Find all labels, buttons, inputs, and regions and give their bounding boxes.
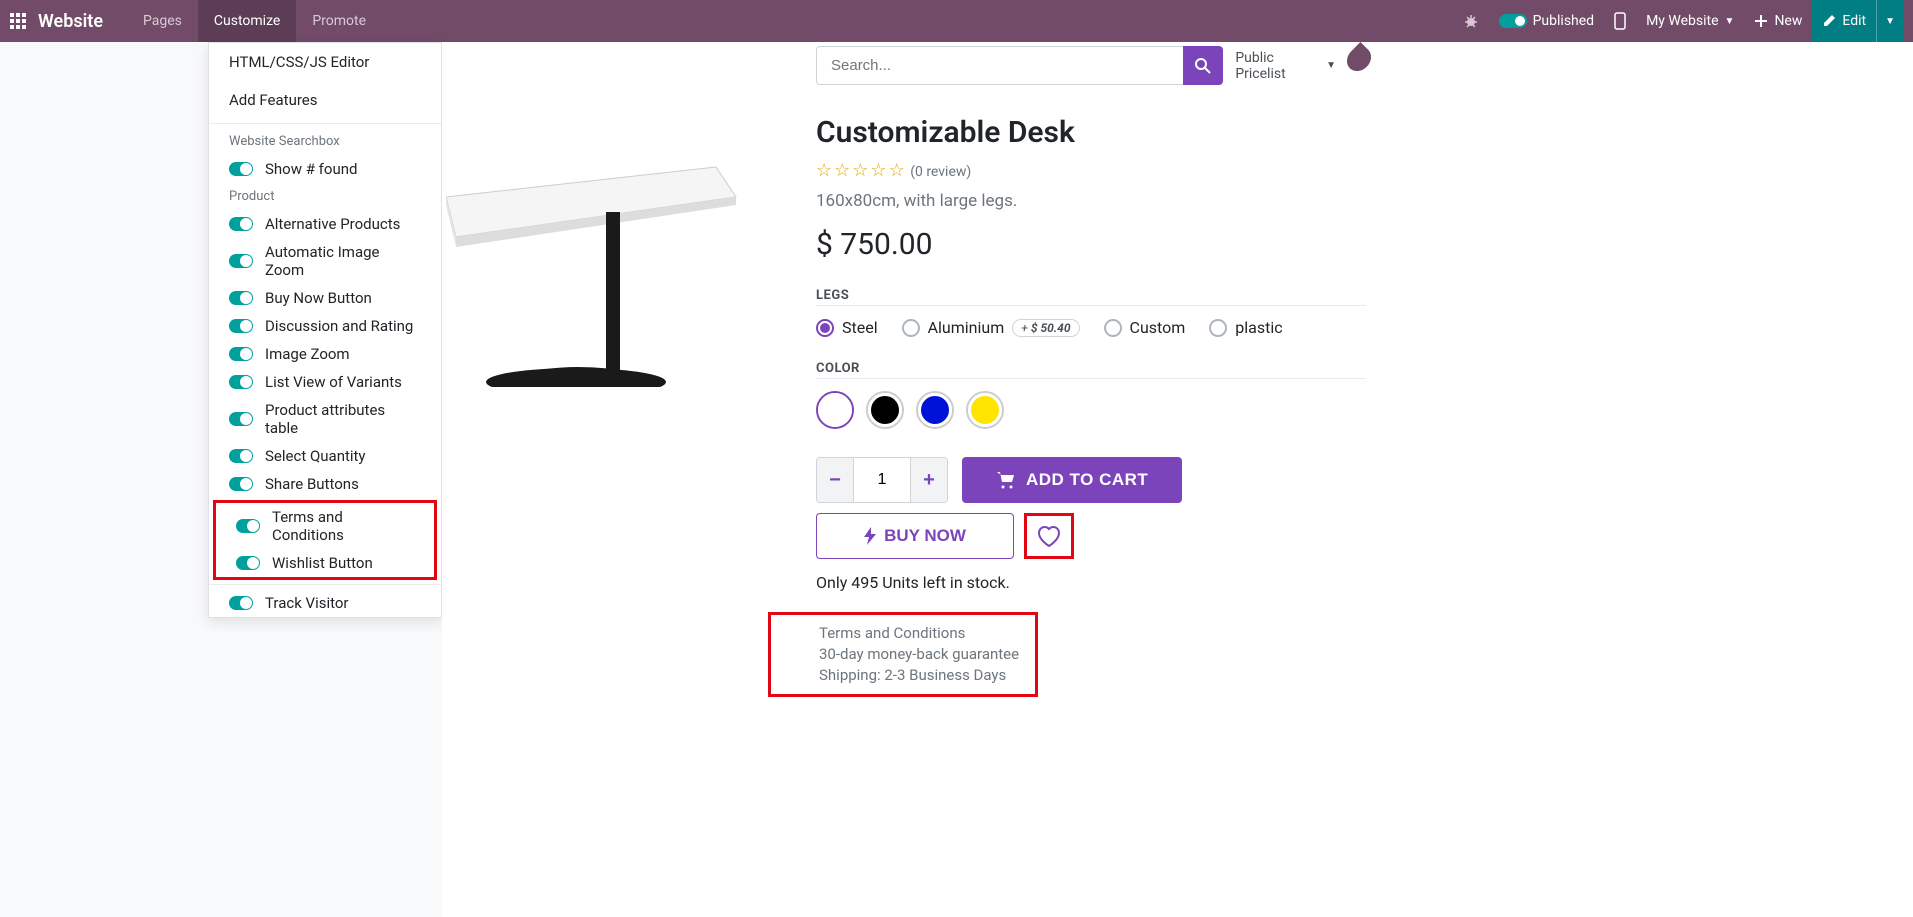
product-image — [446, 42, 766, 697]
apps-icon[interactable] — [10, 13, 26, 29]
highlighted-toggles: Terms and Conditions Wishlist Button — [213, 500, 437, 580]
edit-dropdown[interactable]: ▼ — [1876, 0, 1903, 42]
toggle-alt-products[interactable]: Alternative Products — [209, 210, 441, 238]
product-title: Customizable Desk — [816, 115, 1376, 150]
toggle-attr-table[interactable]: Product attributes table — [209, 396, 441, 442]
bug-icon[interactable] — [1453, 0, 1489, 42]
toggle-wishlist[interactable]: Wishlist Button — [216, 549, 434, 577]
terms-box: Terms and Conditions 30-day money-back g… — [768, 612, 1038, 697]
search-input[interactable] — [816, 46, 1183, 85]
qty-minus[interactable]: − — [817, 458, 853, 502]
menu-customize[interactable]: Customize — [198, 0, 296, 42]
toggle-select-qty[interactable]: Select Quantity — [209, 442, 441, 470]
color-label: COLOR — [816, 361, 1366, 379]
color-black[interactable] — [866, 391, 904, 429]
toggle-auto-zoom[interactable]: Automatic Image Zoom — [209, 238, 441, 284]
menu-pages[interactable]: Pages — [127, 0, 198, 42]
rating-stars[interactable]: ☆☆☆☆☆ — [816, 160, 907, 181]
terms-title: Terms and Conditions — [819, 623, 1029, 644]
qty-plus[interactable]: + — [911, 458, 947, 502]
wishlist-button[interactable] — [1024, 513, 1074, 559]
review-count: (0 review) — [910, 164, 971, 180]
product-price: $ 750.00 — [816, 227, 1376, 262]
legs-custom[interactable]: Custom — [1104, 318, 1186, 337]
toggle-image-zoom[interactable]: Image Zoom — [209, 340, 441, 368]
toggle-list-variants[interactable]: List View of Variants — [209, 368, 441, 396]
stock-text: Only 495 Units left in stock. — [816, 573, 1376, 592]
legs-plastic[interactable]: plastic — [1209, 318, 1282, 337]
edit-button[interactable]: Edit — [1812, 0, 1876, 42]
published-label: Published — [1533, 13, 1594, 29]
section-product: Product — [209, 183, 441, 210]
my-website-dropdown[interactable]: My Website▼ — [1636, 0, 1744, 42]
quantity-group: − + — [816, 457, 948, 503]
add-to-cart-button[interactable]: ADD TO CART — [962, 457, 1182, 503]
legs-steel[interactable]: Steel — [816, 318, 878, 337]
brand[interactable]: Website — [38, 11, 103, 32]
toggle-show-found[interactable]: Show # found — [209, 155, 441, 183]
legs-label: LEGS — [816, 288, 1366, 306]
toggle-terms[interactable]: Terms and Conditions — [216, 503, 434, 549]
toggle-share-buttons[interactable]: Share Buttons — [209, 470, 441, 498]
desk-illustration — [446, 47, 766, 387]
color-blue[interactable] — [916, 391, 954, 429]
toggle-buy-now[interactable]: Buy Now Button — [209, 284, 441, 312]
legs-aluminium[interactable]: Aluminium+ $ 50.40 — [902, 318, 1080, 337]
published-toggle[interactable]: Published — [1489, 0, 1604, 42]
guarantee-text: 30-day money-back guarantee — [819, 644, 1029, 665]
menu-promote[interactable]: Promote — [296, 0, 382, 42]
toggle-track-visitor[interactable]: Track Visitor — [209, 589, 441, 617]
color-yellow[interactable] — [966, 391, 1004, 429]
color-swatches — [816, 391, 1376, 429]
customize-panel: HTML/CSS/JS Editor Add Features Website … — [208, 42, 442, 618]
heart-icon — [1035, 524, 1063, 549]
new-button[interactable]: New — [1744, 0, 1812, 42]
buy-now-button[interactable]: BUY NOW — [816, 513, 1014, 559]
toggle-discussion[interactable]: Discussion and Rating — [209, 312, 441, 340]
search-box — [816, 46, 1223, 85]
bolt-icon — [864, 527, 876, 545]
section-searchbox: Website Searchbox — [209, 128, 441, 155]
pricelist-dropdown[interactable]: Public Pricelist▼ — [1235, 50, 1336, 82]
search-button[interactable] — [1183, 46, 1223, 85]
color-white[interactable] — [816, 391, 854, 429]
cart-icon — [996, 471, 1016, 489]
main-content: Public Pricelist▼ Customizable Desk ☆☆☆☆… — [442, 42, 1913, 917]
add-features-link[interactable]: Add Features — [209, 81, 441, 119]
html-editor-link[interactable]: HTML/CSS/JS Editor — [209, 43, 441, 81]
theme-drop-icon[interactable] — [1348, 46, 1370, 72]
shipping-text: Shipping: 2-3 Business Days — [819, 665, 1029, 686]
topbar: Website Pages Customize Promote Publishe… — [0, 0, 1913, 42]
mobile-icon[interactable] — [1604, 0, 1636, 42]
legs-options: Steel Aluminium+ $ 50.40 Custom plastic — [816, 318, 1376, 337]
product-subtitle: 160x80cm, with large legs. — [816, 191, 1376, 211]
qty-input[interactable] — [853, 458, 911, 502]
